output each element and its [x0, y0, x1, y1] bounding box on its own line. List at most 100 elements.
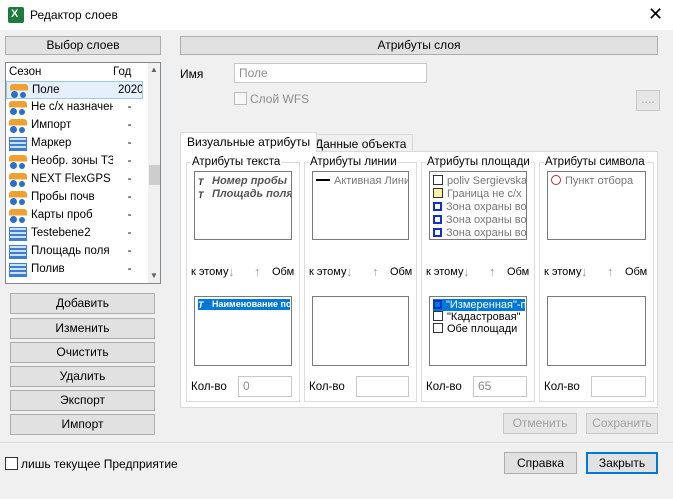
- item-label: Зона охраны во: [446, 227, 527, 239]
- list-item[interactable]: Зона охраны во: [433, 227, 527, 239]
- list-item[interactable]: Граница не с/х: [433, 188, 522, 200]
- item-label: Обе площади: [447, 323, 518, 335]
- area-icon: [433, 228, 442, 237]
- swap-label: Обм: [625, 266, 648, 278]
- layer-year: 2020: [118, 84, 143, 96]
- layer-select-header[interactable]: Выбор слоев: [5, 36, 161, 55]
- group-title: Атрибуты линии: [309, 156, 398, 168]
- name-field[interactable]: Поле: [234, 63, 427, 83]
- layer-year: -: [127, 101, 132, 113]
- save-button[interactable]: Сохранить: [586, 413, 658, 434]
- to-this-label: к этому: [191, 266, 229, 278]
- list-item[interactable]: T Номер пробы: [198, 175, 287, 187]
- arrow-up-icon[interactable]: ↑: [489, 264, 496, 279]
- edit-button[interactable]: Изменить: [10, 318, 155, 339]
- list-item[interactable]: Зона охраны во: [433, 214, 527, 226]
- add-button[interactable]: Добавить: [10, 293, 155, 314]
- tab-visual-attributes[interactable]: Визуальные атрибуты: [180, 132, 318, 152]
- column-year[interactable]: Год: [113, 66, 131, 78]
- arrow-down-icon[interactable]: ↓: [346, 264, 353, 279]
- export-button[interactable]: Экспорт: [10, 390, 155, 411]
- list-item[interactable]: Не с/х назначен -: [6, 99, 143, 117]
- layer-attributes-header: Атрибуты слоя: [180, 36, 658, 55]
- layer-year: -: [127, 155, 132, 167]
- list-scrollbar[interactable]: ▲ ▼: [148, 63, 160, 283]
- item-label: Зона охраны во: [446, 214, 527, 226]
- layer-name: Импорт: [31, 119, 72, 131]
- scroll-thumb[interactable]: [149, 165, 160, 185]
- title-bar: Редактор слоев ✕: [0, 0, 673, 30]
- tractor-icon: [9, 209, 27, 223]
- count-field[interactable]: [591, 376, 646, 397]
- layer-name: Маркер: [31, 137, 72, 149]
- list-item[interactable]: Полив -: [6, 261, 143, 279]
- list-item[interactable]: Активная Лини: [316, 175, 408, 187]
- available-attributes-list[interactable]: T Номер пробы T Площадь поля 2: [194, 171, 292, 240]
- arrow-down-icon[interactable]: ↓: [228, 264, 235, 279]
- wfs-checkbox[interactable]: [234, 92, 247, 105]
- help-button[interactable]: Справка: [504, 452, 577, 474]
- count-field[interactable]: 0: [238, 376, 292, 397]
- list-item[interactable]: T Площадь поля 2: [198, 188, 292, 200]
- list-item[interactable]: Маркер -: [6, 135, 143, 153]
- layer-year: -: [127, 227, 132, 239]
- import-button[interactable]: Импорт: [10, 414, 155, 435]
- list-item[interactable]: Пункт отбора: [551, 175, 633, 187]
- arrow-up-icon[interactable]: ↑: [254, 264, 261, 279]
- list-item[interactable]: Поле 2020: [6, 81, 143, 99]
- close-icon[interactable]: ✕: [648, 4, 663, 25]
- column-season[interactable]: Сезон: [9, 66, 41, 78]
- area-icon: [433, 202, 442, 211]
- list-item[interactable]: Пробы почв -: [6, 189, 143, 207]
- item-label: Зона охраны во: [446, 201, 527, 213]
- available-attributes-list[interactable]: poliv Sergievska Граница не с/х Зона охран…: [429, 171, 527, 240]
- available-attributes-list[interactable]: Пункт отбора: [547, 171, 646, 240]
- list-item[interactable]: Testebene2 -: [6, 225, 143, 243]
- point-icon: [551, 175, 561, 185]
- text-icon: T: [198, 177, 204, 187]
- list-item[interactable]: Необр. зоны ТЗ -: [6, 153, 143, 171]
- list-item[interactable]: Площадь поля 2 -: [6, 243, 143, 261]
- layer-list[interactable]: Сезон Год Поле 2020 Не с/х назначен - Импорт…: [5, 62, 161, 284]
- cancel-button[interactable]: Отменить: [503, 413, 577, 434]
- app-icon: [8, 7, 24, 23]
- text-icon: T: [198, 190, 204, 200]
- selected-attributes-list[interactable]: [312, 296, 409, 366]
- current-enterprise-checkbox[interactable]: [5, 457, 18, 470]
- list-item[interactable]: Импорт -: [6, 117, 143, 135]
- layer-year: -: [127, 137, 132, 149]
- close-button[interactable]: Закрыть: [586, 452, 658, 474]
- list-item[interactable]: "Измеренная"-п: [433, 299, 526, 311]
- arrow-down-icon[interactable]: ↓: [581, 264, 588, 279]
- delete-button[interactable]: Удалить: [10, 366, 155, 387]
- list-item[interactable]: Обе площади: [433, 323, 525, 335]
- selected-attributes-list[interactable]: [547, 296, 646, 366]
- count-field[interactable]: [356, 376, 409, 397]
- clear-button[interactable]: Очистить: [10, 342, 155, 363]
- selected-attributes-list[interactable]: T Наименование по: [194, 296, 292, 366]
- name-label: Имя: [180, 67, 204, 81]
- arrow-up-icon[interactable]: ↑: [372, 264, 379, 279]
- ellipsis-button[interactable]: ....: [636, 90, 660, 111]
- available-attributes-list[interactable]: Активная Лини: [312, 171, 409, 240]
- arrow-down-icon[interactable]: ↓: [463, 264, 470, 279]
- list-item[interactable]: T Наименование по: [198, 299, 292, 310]
- scroll-down-icon[interactable]: ▼: [150, 271, 158, 280]
- list-item[interactable]: NEXT FlexGPS -: [6, 171, 143, 189]
- count-field[interactable]: 65: [473, 376, 527, 397]
- item-label: Наименование по: [212, 299, 292, 309]
- list-item[interactable]: "Кадастровая": [433, 311, 525, 323]
- text-icon: T: [198, 300, 204, 310]
- item-label: Площадь поля 2: [212, 188, 292, 200]
- swap-label: Обм: [507, 266, 530, 278]
- layer-name: Не с/х назначен: [31, 101, 113, 113]
- selected-attributes-list[interactable]: "Измеренная"-п "Кадастровая" Обе площади: [429, 296, 527, 366]
- layer-name: Testebene2: [31, 227, 91, 239]
- list-item[interactable]: Карты проб -: [6, 207, 143, 225]
- count-label: Кол-во: [544, 381, 580, 393]
- tab-object-data[interactable]: Данные объекта: [308, 134, 414, 151]
- list-item[interactable]: poliv Sergievska: [433, 175, 526, 187]
- scroll-up-icon[interactable]: ▲: [150, 65, 158, 74]
- list-item[interactable]: Зона охраны во: [433, 201, 527, 213]
- arrow-up-icon[interactable]: ↑: [607, 264, 614, 279]
